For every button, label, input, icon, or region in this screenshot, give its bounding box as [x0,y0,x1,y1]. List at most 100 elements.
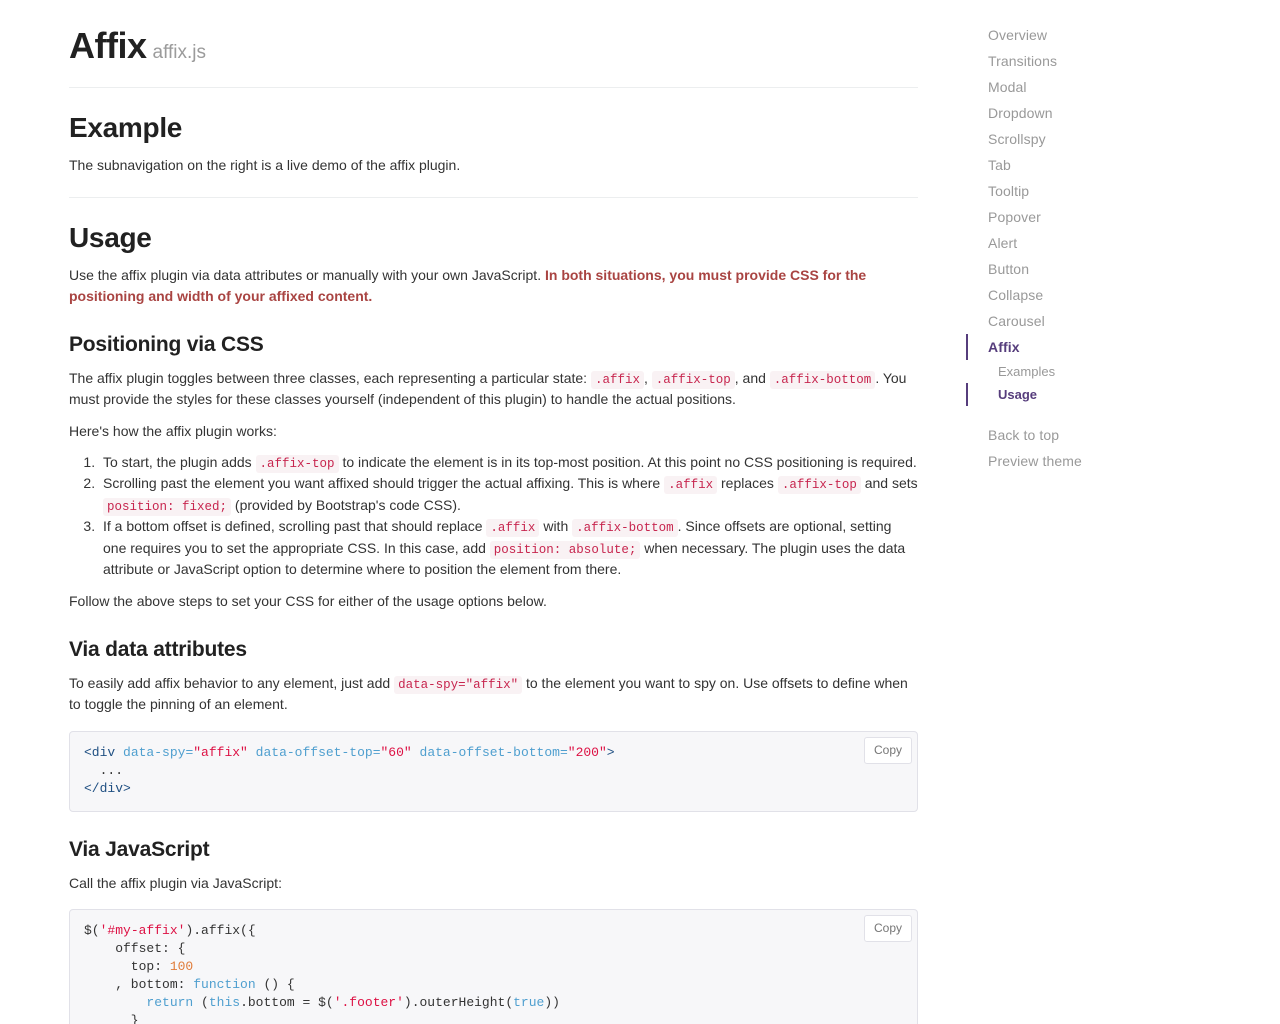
list-item: To start, the plugin adds .affix-top to … [99,452,918,474]
copy-button[interactable]: Copy [863,736,912,764]
heading-via-javascript: Via JavaScript [69,837,210,861]
sidebar-nav: Overview Transitions Modal Dropdown Scrollsp… [966,0,1198,474]
code-token: </div> [84,780,131,796]
step2-code-affix: .affix [664,476,718,495]
code-token: $( [84,923,100,939]
sidebar-footer-list: Back to top Preview theme [968,422,1198,474]
code-token: > [606,744,615,760]
code-token: data-offset-bottom= [419,744,568,760]
step2-text-a: Scrolling past the element you want affi… [103,475,665,492]
sidebar-item-overview[interactable]: Overview [966,22,1198,48]
code-affix-bottom: .affix-bottom [769,370,876,389]
page-title: Affix affix.js [69,0,918,66]
code-token: return [146,994,194,1010]
heading-via-data-attributes: Via data attributes [69,637,247,661]
code-token: data-offset-top= [255,744,381,760]
code-token: ( [193,994,209,1010]
step3-code-affix: .affix [486,519,540,538]
code-token: "200" [567,744,607,760]
paragraph-via-data: To easily add affix behavior to any elem… [69,662,918,715]
sidebar-sub-list: Examples Usage [966,360,1198,406]
paragraph-via-js: Call the affix plugin via JavaScript: [69,874,282,891]
sidebar-item-tab[interactable]: Tab [966,152,1198,178]
code-token: "affix" [193,744,248,760]
sidebar-item-tooltip[interactable]: Tooltip [966,178,1198,204]
pos-text-a: The affix plugin toggles between three c… [69,369,591,386]
sidebar-item-collapse[interactable]: Collapse [966,282,1198,308]
step2-text-d: (provided by Bootstrap's code CSS). [231,496,461,513]
code-token: <div [84,744,116,760]
paragraph-usage-intro: Use the affix plugin via data attributes… [69,254,918,306]
list-item: Scrolling past the element you want affi… [99,473,918,516]
step1-text-b: to indicate the element is in its top-mo… [338,453,917,470]
code-token: offset: { [84,941,186,957]
paragraph-example: The subnavigation on the right is a live… [69,156,461,173]
code-token: ).affix({ [185,923,256,939]
step3-code-position-absolute: position: absolute; [489,540,641,559]
step3-text-b: with [539,518,573,535]
heading-usage: Usage [69,222,152,254]
sidebar-item-carousel[interactable]: Carousel [966,308,1198,334]
code-block-html: Copy <div data-spy="affix" data-offset-t… [69,730,918,812]
viadata-text-a: To easily add affix behavior to any elem… [69,674,395,691]
code-token: true [513,994,545,1010]
code-token: , bottom: [84,977,194,992]
step1-code-affix-top: .affix-top [255,454,339,473]
code-token: "60" [380,744,412,760]
step2-text-b: replaces [717,475,778,492]
heading-positioning-via-css: Positioning via CSS [69,332,264,356]
code-affix: .affix [590,370,644,389]
code-token: top: [84,959,170,975]
step3-text-a: If a bottom offset is defined, scrolling… [103,518,487,535]
sidebar-item-transitions[interactable]: Transitions [966,48,1198,74]
step1-text-a: To start, the plugin adds [103,453,256,470]
sidebar-subitem-examples[interactable]: Examples [966,360,1198,383]
sidebar-primary-list: Overview Transitions Modal Dropdown Scrollsp… [966,22,1198,360]
step3-code-affix-bottom: .affix-bottom [572,519,678,538]
page-title-text: Affix [69,25,147,66]
paragraph-positioning-classes: The affix plugin toggles between three c… [69,357,918,410]
steps-list: To start, the plugin adds .affix-top to … [69,442,918,580]
code-token: '.footer' [333,994,404,1010]
code-token: this [208,994,241,1010]
sidebar-subitem-usage[interactable]: Usage [966,383,1198,406]
sidebar-link-back-to-top[interactable]: Back to top [966,422,1198,448]
list-item: If a bottom offset is defined, scrolling… [99,516,918,580]
sidebar-item-affix[interactable]: Affix [966,334,1198,360]
code-token: () { [255,977,295,992]
paragraph-follow-steps: Follow the above steps to set your CSS f… [69,592,547,609]
usage-intro-plain: Use the affix plugin via data attributes… [69,267,545,284]
code-token: ).outerHeight( [403,994,514,1010]
main-content: Affix affix.js Example The subnavigation … [69,0,918,1024]
sidebar-item-button[interactable]: Button [966,256,1198,282]
affix-docs-page: Affix affix.js Example The subnavigation … [0,0,1280,1024]
code-token: 100 [169,959,194,975]
code-token: function [193,977,256,992]
heading-example: Example [69,111,183,143]
sidebar-item-modal[interactable]: Modal [966,74,1198,100]
sidebar-item-popover[interactable]: Popover [966,204,1198,230]
code-token: data-spy= [123,744,194,760]
sidebar-item-scrollspy[interactable]: Scrollspy [966,126,1198,152]
code-data-spy-affix: data-spy="affix" [394,675,523,694]
sidebar-item-alert[interactable]: Alert [966,230,1198,256]
code-content-javascript: $('#my-affix').affix({ offset: { top: 10… [84,922,903,1024]
pos-text-b: , [643,369,652,386]
code-token: '#my-affix' [99,923,186,939]
code-content-html: <div data-spy="affix" data-offset-top="6… [84,744,903,798]
code-block-javascript: Copy $('#my-affix').affix({ offset: { to… [69,909,918,1024]
sidebar-link-preview-theme[interactable]: Preview theme [966,448,1198,474]
code-token: )) [544,994,560,1010]
copy-button[interactable]: Copy [863,915,912,943]
step2-code-affix-top: .affix-top [777,476,861,495]
code-affix-top: .affix-top [651,370,735,389]
code-token: ... [84,762,124,778]
code-token: .bottom = $( [240,994,334,1010]
sidebar-item-dropdown[interactable]: Dropdown [966,100,1198,126]
step2-text-c: and sets [860,475,918,492]
pos-text-c: , and [734,369,770,386]
